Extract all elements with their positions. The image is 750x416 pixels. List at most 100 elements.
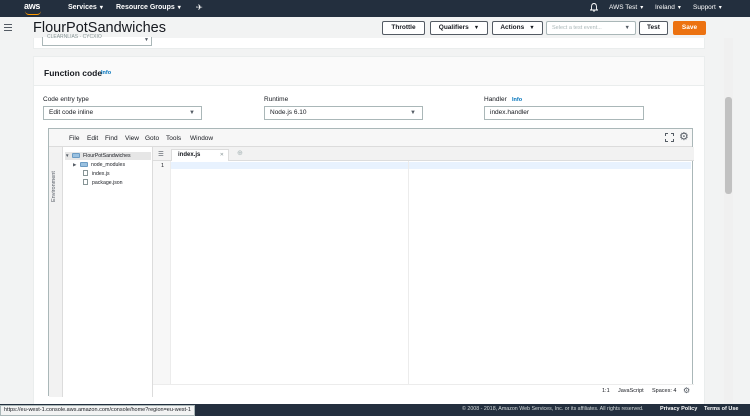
menu-find[interactable]: Find: [105, 135, 118, 142]
chevron-down-icon: ▾: [177, 5, 181, 11]
test-event-select[interactable]: Select a test event... ▼: [546, 21, 636, 35]
folder-icon: [72, 153, 80, 158]
menu-view[interactable]: View: [125, 135, 139, 142]
tab-index-js[interactable]: index.js ✕: [171, 149, 229, 161]
top-nav-bar: aws Services ▾ Resource Groups ▾ ✈ AWS Tes…: [0, 0, 750, 17]
support-label: Support: [693, 4, 716, 11]
qualifiers-label: Qualifiers: [438, 24, 469, 31]
chevron-down-icon: ▾: [677, 5, 681, 11]
aws-logo-text: aws: [24, 1, 41, 11]
chevron-down-icon[interactable]: ▼: [65, 152, 72, 160]
gear-icon[interactable]: ⚙: [683, 386, 690, 395]
privacy-policy-link[interactable]: Privacy Policy: [660, 406, 697, 412]
previous-select-text: CLEARNLIAS · CYCXIO: [47, 34, 102, 40]
menu-edit[interactable]: Edit: [87, 135, 98, 142]
actions-button[interactable]: Actions ▼: [492, 21, 543, 35]
menu-goto[interactable]: Goto: [145, 135, 159, 142]
tab-list-icon[interactable]: ☰: [158, 150, 164, 158]
editor-pane: ☰ index.js ✕ ⊕ 1 1:1 JavaScript Spaces: …: [153, 147, 694, 397]
support-menu[interactable]: Support ▾: [693, 4, 722, 11]
save-button[interactable]: Save: [673, 21, 706, 35]
code-entry-select[interactable]: Edit code inline ▼: [43, 106, 202, 120]
panel-header: Function code Info: [34, 57, 704, 86]
throttle-button[interactable]: Throttle: [382, 21, 425, 35]
caret-down-icon: ▼: [529, 25, 535, 31]
terms-of-use-link[interactable]: Terms of Use: [704, 406, 738, 412]
handler-input[interactable]: index.handler: [484, 106, 644, 120]
gear-icon[interactable]: ⚙: [679, 132, 689, 143]
menu-tools[interactable]: Tools: [166, 135, 181, 142]
actions-label: Actions: [500, 24, 525, 31]
code-entry-label: Code entry type: [43, 96, 89, 103]
print-margin: [408, 161, 409, 384]
scrollbar-track[interactable]: [724, 38, 733, 416]
scrollbar-thumb[interactable]: [725, 97, 732, 194]
line-number: 1: [161, 163, 165, 169]
tab-index-js-label: index.js: [178, 152, 201, 158]
services-menu[interactable]: Services ▾: [68, 4, 103, 11]
runtime-select[interactable]: Node.js 6.10 ▼: [264, 106, 423, 120]
aws-logo[interactable]: aws: [24, 1, 48, 15]
close-icon[interactable]: ✕: [220, 150, 224, 161]
language-mode[interactable]: JavaScript: [618, 388, 644, 394]
menu-file[interactable]: File: [69, 135, 79, 142]
account-menu[interactable]: AWS Test ▾: [609, 4, 643, 11]
editor-menubar: File Edit Find View Goto Tools Window ⚙: [49, 129, 692, 147]
environment-label: Environment: [51, 171, 57, 202]
cursor-position[interactable]: 1:1: [602, 388, 610, 394]
tree-node-modules-label: node_modules: [91, 162, 126, 168]
tree-file-index[interactable]: index.js: [83, 170, 110, 178]
copyright-text: © 2008 - 2018, Amazon Web Services, Inc.…: [462, 406, 644, 412]
pin-icon[interactable]: ✈: [196, 3, 203, 12]
editor-status-bar: 1:1 JavaScript Spaces: 4 ⚙: [153, 384, 694, 397]
handler-value: index.handler: [490, 109, 530, 116]
qualifiers-button[interactable]: Qualifiers ▼: [430, 21, 488, 35]
aws-smile-icon: [25, 11, 41, 15]
editor-tabs: ☰ index.js ✕ ⊕: [153, 147, 694, 161]
caret-down-icon: ▼: [410, 110, 416, 116]
code-entry-value: Edit code inline: [49, 109, 94, 116]
code-area[interactable]: 1: [153, 161, 694, 384]
services-label: Services: [68, 4, 97, 11]
resource-groups-menu[interactable]: Resource Groups ▾: [116, 4, 181, 11]
menu-icon[interactable]: [4, 24, 12, 31]
file-tree: ▼ FlourPotSandwiches ▶ node_modules index.…: [63, 147, 153, 397]
tree-node-modules[interactable]: ▶ node_modules: [73, 161, 125, 169]
caret-down-icon: ▼: [624, 25, 630, 31]
caret-down-icon: ▼: [144, 37, 149, 43]
runtime-value: Node.js 6.10: [270, 109, 307, 116]
menu-window[interactable]: Window: [190, 135, 213, 142]
environment-tab[interactable]: Environment: [49, 147, 63, 397]
region-label: Ireland: [655, 4, 675, 11]
caret-down-icon: ▼: [473, 25, 480, 31]
caret-down-icon: ▼: [189, 110, 195, 116]
handler-label: Handler: [484, 96, 507, 103]
chevron-down-icon: ▾: [640, 5, 644, 11]
previous-select[interactable]: CLEARNLIAS · CYCXIO ▼: [42, 34, 152, 46]
tree-file-index-label: index.js: [92, 171, 110, 177]
test-event-placeholder: Select a test event...: [552, 25, 602, 31]
previous-panel: CLEARNLIAS · CYCXIO ▼: [33, 34, 705, 49]
chevron-down-icon: ▾: [718, 5, 722, 11]
test-button[interactable]: Test: [639, 21, 668, 35]
region-menu[interactable]: Ireland ▾: [655, 4, 681, 11]
bell-icon[interactable]: [590, 3, 598, 12]
folder-icon: [80, 162, 88, 167]
indent-setting[interactable]: Spaces: 4: [652, 388, 676, 394]
chevron-right-icon[interactable]: ▶: [73, 161, 80, 169]
line-gutter: 1: [153, 161, 171, 384]
tree-file-package-label: package.json: [92, 180, 123, 186]
chevron-down-icon: ▾: [99, 5, 103, 11]
code-editor: File Edit Find View Goto Tools Window ⚙ …: [48, 128, 694, 397]
account-label: AWS Test: [609, 4, 638, 11]
new-tab-icon[interactable]: ⊕: [237, 149, 243, 157]
fullscreen-icon[interactable]: [665, 133, 674, 142]
info-link[interactable]: Info: [101, 70, 111, 76]
runtime-label: Runtime: [264, 96, 289, 103]
panel-title: Function code: [44, 68, 103, 78]
tree-root-folder[interactable]: ▼ FlourPotSandwiches: [65, 152, 151, 160]
tree-root-label: FlourPotSandwiches: [83, 153, 131, 159]
active-line-highlight: [171, 162, 691, 169]
handler-info-link[interactable]: Info: [512, 97, 522, 103]
tree-file-package[interactable]: package.json: [83, 179, 123, 187]
